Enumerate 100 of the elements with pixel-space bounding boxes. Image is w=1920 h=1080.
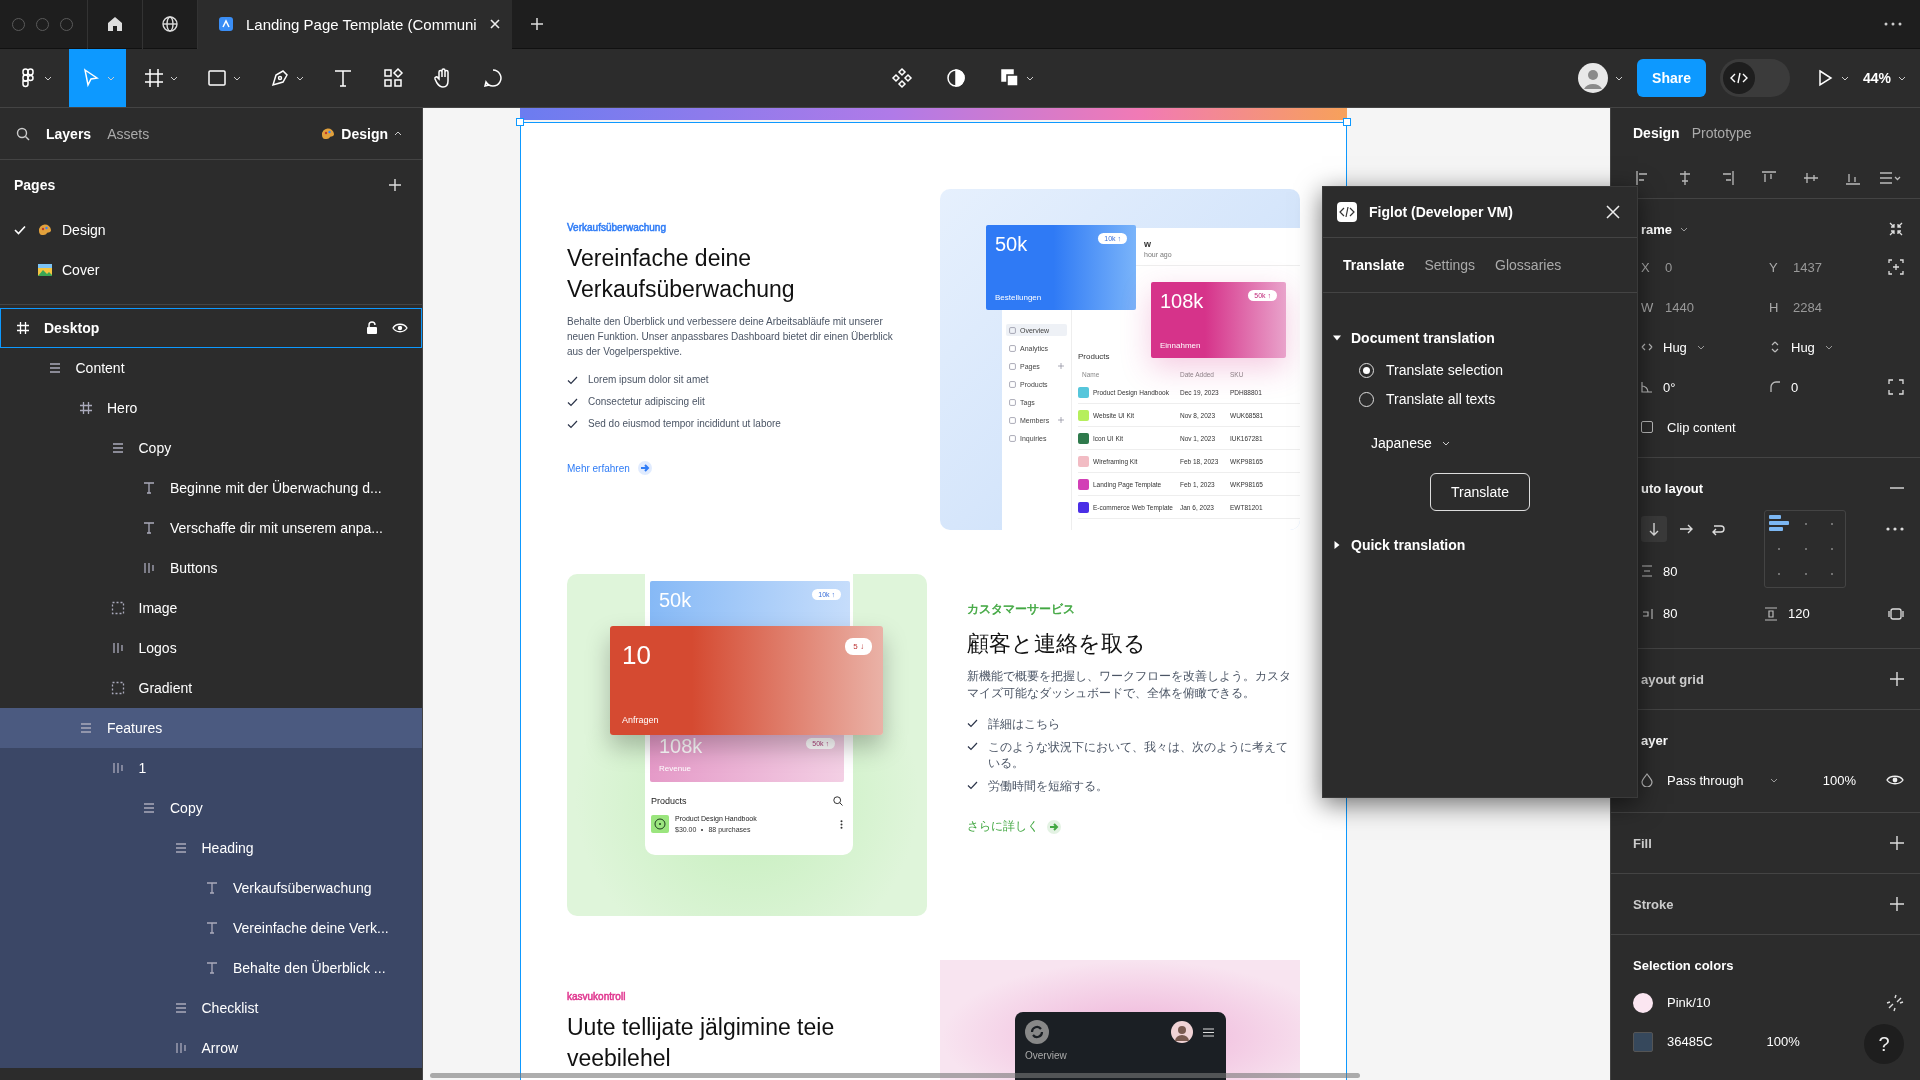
search-icon[interactable] bbox=[833, 796, 843, 806]
caret-icon[interactable] bbox=[1680, 226, 1689, 232]
color-swatch[interactable] bbox=[1633, 1031, 1653, 1052]
code-icon[interactable] bbox=[1729, 71, 1748, 85]
boolean-icon[interactable] bbox=[999, 67, 1021, 89]
section-toggle[interactable]: Document translation bbox=[1351, 330, 1495, 346]
panel-tab[interactable]: Assets bbox=[107, 125, 150, 142]
layer-row[interactable]: Vereinfache deine Verk... bbox=[0, 908, 422, 948]
page-item[interactable]: Cover bbox=[62, 262, 100, 278]
triangle-down-icon[interactable] bbox=[1333, 334, 1341, 342]
opacity-field[interactable]: 100% bbox=[1822, 772, 1856, 788]
comment-icon[interactable] bbox=[482, 67, 504, 89]
corners-icon[interactable] bbox=[1888, 379, 1904, 395]
layer-row[interactable]: Gradient bbox=[0, 668, 422, 708]
number-field[interactable]: 2284 bbox=[1793, 299, 1822, 315]
home-icon[interactable] bbox=[106, 15, 124, 33]
menu-icon[interactable] bbox=[1203, 1027, 1214, 1037]
caret-icon[interactable] bbox=[296, 75, 304, 81]
globe-icon[interactable] bbox=[161, 15, 179, 33]
resize-handle[interactable] bbox=[1343, 118, 1351, 126]
detach-icon[interactable] bbox=[1886, 993, 1904, 1012]
layer-row[interactable]: Buttons bbox=[0, 548, 422, 588]
lock-icon[interactable] bbox=[366, 321, 378, 335]
arrow-down-icon[interactable] bbox=[1647, 521, 1661, 536]
caret-icon[interactable] bbox=[1840, 75, 1849, 81]
layer-row[interactable]: Behalte den Überblick ... bbox=[0, 948, 422, 988]
sizing-dropdown[interactable]: Hug bbox=[1663, 339, 1687, 355]
more-icon[interactable] bbox=[840, 819, 843, 829]
layer-row[interactable]: Copy bbox=[0, 788, 422, 828]
layer-row[interactable]: 1 bbox=[0, 748, 422, 788]
layer-row[interactable]: Features bbox=[0, 708, 422, 748]
avatar[interactable] bbox=[1171, 1021, 1193, 1043]
more-icon[interactable] bbox=[1886, 526, 1904, 531]
layer-row[interactable]: Hero bbox=[0, 388, 422, 428]
layer-row[interactable]: Checklist bbox=[0, 988, 422, 1028]
layer-row[interactable]: Verkaufsüberwachung bbox=[0, 868, 422, 908]
resize-handle[interactable] bbox=[516, 118, 524, 126]
radio-label[interactable]: Translate all texts bbox=[1386, 391, 1496, 407]
zoom-level[interactable]: 44% bbox=[1862, 70, 1891, 86]
number-field[interactable]: 0 bbox=[1665, 259, 1673, 275]
caret-icon[interactable] bbox=[1769, 777, 1778, 783]
number-field[interactable]: 1437 bbox=[1793, 259, 1822, 275]
layer-row[interactable]: Logos bbox=[0, 628, 422, 668]
file-tab[interactable]: Landing Page Template (Communi bbox=[197, 0, 512, 49]
pen-icon[interactable] bbox=[269, 67, 291, 89]
blend-mode-dropdown[interactable]: Pass through bbox=[1667, 772, 1744, 788]
caret-icon[interactable] bbox=[1441, 440, 1450, 446]
shapes-icon[interactable] bbox=[382, 67, 404, 89]
caret-icon[interactable] bbox=[1824, 344, 1833, 350]
number-field[interactable]: 1440 bbox=[1665, 299, 1694, 315]
layer-row[interactable]: Content bbox=[0, 348, 422, 388]
plugin-tab[interactable]: Glossaries bbox=[1495, 257, 1562, 273]
layer-row[interactable]: Beginne mit der Überwachung d... bbox=[0, 468, 422, 508]
more-icon[interactable] bbox=[1884, 22, 1902, 26]
caret-icon[interactable] bbox=[1615, 75, 1624, 81]
rectangle-icon[interactable] bbox=[206, 67, 228, 89]
layer-row[interactable]: Desktop bbox=[0, 308, 422, 348]
caret-icon[interactable] bbox=[170, 75, 178, 81]
panel-tab[interactable]: Design bbox=[1633, 125, 1680, 141]
page-item[interactable]: Design bbox=[62, 222, 106, 238]
gap-field[interactable]: 80 bbox=[1663, 563, 1678, 579]
layer-row[interactable]: Verschaffe dir mit unserem anpa... bbox=[0, 508, 422, 548]
dev-mode-toggle[interactable] bbox=[1719, 59, 1790, 97]
layer-row[interactable]: Image bbox=[0, 588, 422, 628]
text-icon[interactable] bbox=[332, 67, 354, 89]
learn-more-link[interactable]: Mehr erfahren bbox=[567, 462, 630, 474]
component-icon[interactable] bbox=[891, 67, 913, 89]
padding-options-icon[interactable] bbox=[1888, 605, 1904, 622]
new-tab-icon[interactable] bbox=[530, 17, 544, 31]
page-menu[interactable]: Design bbox=[341, 125, 388, 142]
layer-row[interactable]: Arrow bbox=[0, 1028, 422, 1068]
panel-tab[interactable]: Prototype bbox=[1691, 125, 1752, 141]
caret-icon[interactable] bbox=[1026, 75, 1034, 81]
eye-icon[interactable] bbox=[1886, 774, 1904, 786]
plugin-tab[interactable]: Settings bbox=[1424, 257, 1476, 273]
section-toggle[interactable]: Quick translation bbox=[1351, 537, 1466, 553]
menu-item[interactable]: Overview bbox=[1025, 1050, 1214, 1061]
language-dropdown[interactable]: Japanese bbox=[1371, 435, 1432, 451]
distribute-icon[interactable] bbox=[1879, 171, 1901, 185]
sizing-dropdown[interactable]: Hug bbox=[1791, 339, 1815, 355]
corner-radius-field[interactable]: 0 bbox=[1791, 379, 1799, 395]
caret-icon[interactable] bbox=[233, 75, 241, 81]
palette-icon[interactable] bbox=[321, 127, 336, 140]
checkbox[interactable] bbox=[1641, 421, 1653, 433]
padding-field[interactable]: 80 bbox=[1663, 606, 1678, 621]
close-icon[interactable] bbox=[488, 18, 501, 30]
caret-icon[interactable] bbox=[44, 75, 52, 81]
position-icon[interactable] bbox=[1888, 259, 1904, 275]
plugin-tab[interactable]: Translate bbox=[1343, 257, 1405, 273]
triangle-right-icon[interactable] bbox=[1333, 541, 1341, 549]
scrollbar[interactable] bbox=[430, 1073, 1360, 1078]
vertical-direction-button[interactable] bbox=[1641, 515, 1667, 542]
align-icon[interactable] bbox=[1803, 170, 1819, 186]
avatar[interactable] bbox=[1578, 63, 1609, 93]
rotation-field[interactable]: 0° bbox=[1663, 379, 1676, 395]
layer-row[interactable]: Heading bbox=[0, 828, 422, 868]
layer-row[interactable]: Copy bbox=[0, 428, 422, 468]
close-icon[interactable] bbox=[1605, 204, 1621, 220]
caret-icon[interactable] bbox=[394, 131, 402, 136]
radio-label[interactable]: Translate selection bbox=[1386, 362, 1503, 378]
